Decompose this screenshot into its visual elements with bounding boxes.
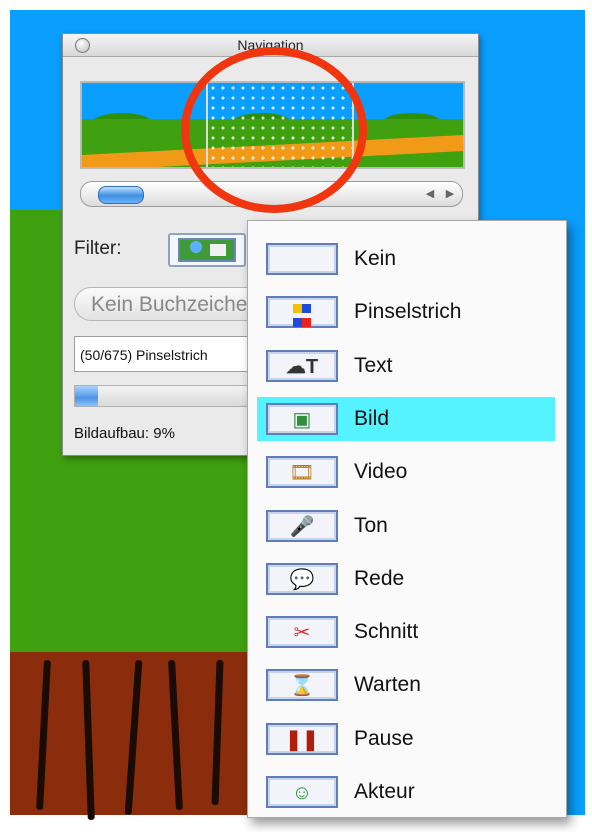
menu-item-label: Kein [354,247,397,270]
filter-menu: Kein Pinselstrich ☁T Text ▣ Bild 🎞 Video 🎤 Ton 💬 Re… [247,220,567,818]
menu-item-label: Akteur [354,780,415,803]
menu-item-akteur[interactable]: ☺ Akteur [257,770,555,814]
menu-item-label: Pause [354,726,414,750]
speech-text-icon-glyph: ☁T [285,355,319,378]
speech-text-icon: ☁T [266,349,338,382]
hourglass-icon: ⌛ [266,669,338,702]
navigation-preview[interactable] [80,81,465,169]
menu-item-rede[interactable]: 💬 Rede [257,557,555,601]
actor-icon-glyph: ☺ [291,782,313,804]
menu-item-warten[interactable]: ⌛ Warten [257,663,555,707]
scroll-left-icon[interactable]: ◀ [421,184,439,204]
actor-icon: ☺ [266,776,338,808]
speech-icon: 💬 [266,562,338,595]
build-progress-label: Bildaufbau: 9% [74,425,175,442]
menu-item-label: Text [354,353,393,377]
menu-item-bild[interactable]: ▣ Bild [257,396,555,441]
preview-viewport-rect[interactable] [206,83,354,167]
horizontal-scrollbar[interactable]: ◀ ▶ [80,181,463,207]
microphone-icon: 🎤 [266,509,338,542]
speech-icon-glyph: 💬 [289,568,315,591]
hourglass-icon-glyph: ⌛ [289,675,315,698]
pause-icon-glyph: ❚❚ [285,728,319,751]
menu-item-video[interactable]: 🎞 Video [257,450,555,494]
picture-icon [178,238,236,262]
scroll-thumb[interactable] [98,186,144,204]
menu-item-label: Video [354,460,408,484]
filter-select[interactable] [168,233,246,267]
title-bar[interactable]: Navigation [63,34,478,57]
film-icon: 🎞 [266,456,338,489]
picture-icon: ▣ [266,402,338,435]
color-squares-icon [266,296,338,329]
color-squares-icon-glyph [268,304,336,332]
picture-icon-glyph: ▣ [292,408,312,431]
menu-item-kein[interactable]: Kein [257,237,555,281]
menu-item-label: Ton [354,513,388,537]
microphone-icon-glyph: 🎤 [289,515,315,538]
menu-item-label: Rede [354,566,405,590]
empty-icon [266,243,338,275]
menu-item-text[interactable]: ☁T Text [257,344,555,388]
scissors-icon-glyph: ✂ [293,622,311,645]
pause-icon: ❚❚ [266,722,338,755]
window-title: Navigation [237,37,304,53]
menu-item-pause[interactable]: ❚❚ Pause [257,717,555,761]
menu-item-pinselstrich[interactable]: Pinselstrich [257,290,555,334]
menu-item-label: Bild [354,406,390,430]
scissors-icon: ✂ [266,616,338,649]
menu-item-label: Warten [354,673,421,697]
progress-fill [75,386,99,406]
menu-item-schnitt[interactable]: ✂ Schnitt [257,610,555,654]
filter-label: Filter: [74,238,122,259]
scroll-right-icon[interactable]: ▶ [441,184,459,204]
menu-item-label: Schnitt [354,620,419,644]
film-icon-glyph: 🎞 [289,462,315,485]
menu-item-ton[interactable]: 🎤 Ton [257,504,555,548]
menu-item-label: Pinselstrich [354,300,462,324]
